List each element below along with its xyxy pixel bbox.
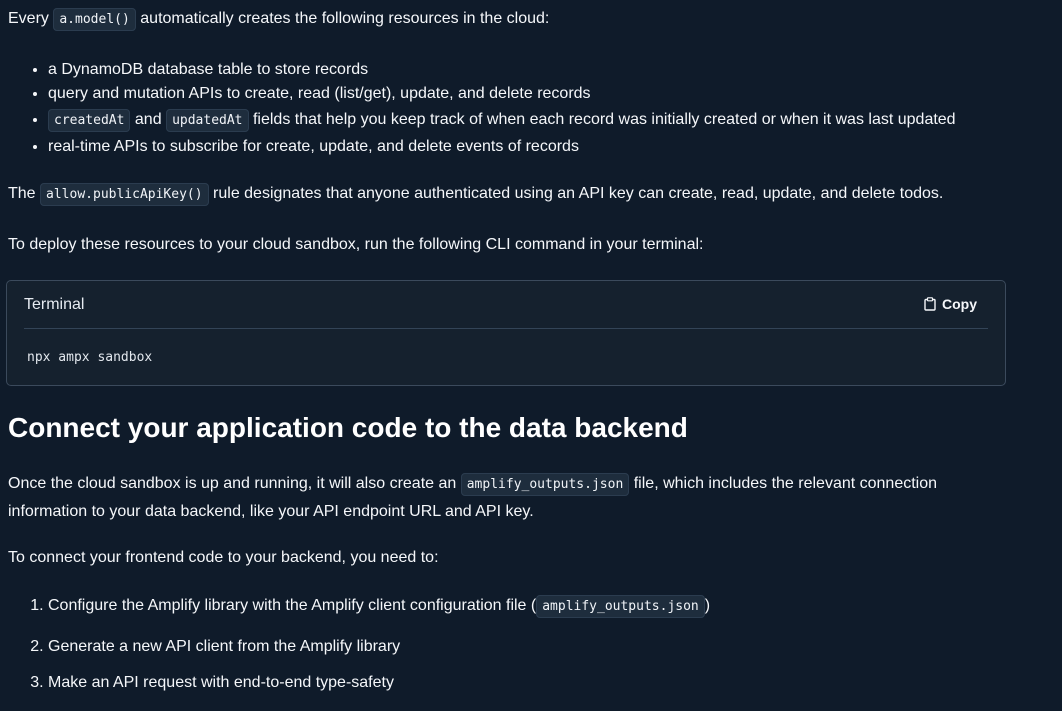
outputs-prefix: Once the cloud sandbox is up and running… <box>8 475 457 492</box>
list-item: query and mutation APIs to create, read … <box>48 82 956 106</box>
inline-code-a-model: a.model() <box>53 8 136 31</box>
step-text: Configure the Amplify library with the A… <box>48 597 537 614</box>
copy-label: Copy <box>942 296 977 312</box>
clipboard-icon <box>924 297 936 311</box>
rule-prefix: The <box>8 185 36 202</box>
steps-list: Configure the Amplify library with the A… <box>8 593 710 710</box>
copy-button[interactable]: Copy <box>924 296 977 312</box>
inline-code-allow-public-api-key: allow.publicApiKey() <box>40 183 209 206</box>
inline-code-amplify-outputs: amplify_outputs.json <box>536 595 705 618</box>
inline-code-amplify-outputs: amplify_outputs.json <box>460 473 630 496</box>
intro-suffix: automatically creates the following reso… <box>140 10 550 27</box>
deploy-paragraph: To deploy these resources to your cloud … <box>8 236 704 253</box>
outputs-paragraph: Once the cloud sandbox is up and running… <box>8 470 1008 525</box>
terminal-command: npx ampx sandbox <box>27 350 153 365</box>
list-item-text: and <box>134 111 162 128</box>
intro-prefix: Every <box>8 10 49 27</box>
resources-list: a DynamoDB database table to store recor… <box>8 58 956 159</box>
rule-suffix: rule designates that anyone authenticate… <box>213 185 944 202</box>
terminal-code-block: Terminal Copy npx ampx sandbox <box>6 280 1006 386</box>
connect-paragraph: To connect your frontend code to your ba… <box>8 549 439 566</box>
list-item: Make an API request with end-to-end type… <box>48 670 710 696</box>
list-item-text: fields that help you keep track of when … <box>252 111 956 128</box>
list-item: Configure the Amplify library with the A… <box>48 593 710 620</box>
intro-paragraph: Every a.model() automatically creates th… <box>8 6 549 33</box>
inline-code-createdat: createdAt <box>48 109 131 132</box>
terminal-divider <box>24 328 988 329</box>
rule-paragraph: The allow.publicApiKey() rule designates… <box>8 181 943 208</box>
section-heading: Connect your application code to the dat… <box>8 412 688 443</box>
list-item: real-time APIs to subscribe for create, … <box>48 135 956 159</box>
terminal-title: Terminal <box>24 296 85 313</box>
list-item: Generate a new API client from the Ampli… <box>48 634 710 660</box>
list-item: createdAt and updatedAt fields that help… <box>48 106 956 135</box>
list-item: a DynamoDB database table to store recor… <box>48 58 956 82</box>
step-text: ) <box>704 597 711 614</box>
inline-code-updatedat: updatedAt <box>166 109 249 132</box>
